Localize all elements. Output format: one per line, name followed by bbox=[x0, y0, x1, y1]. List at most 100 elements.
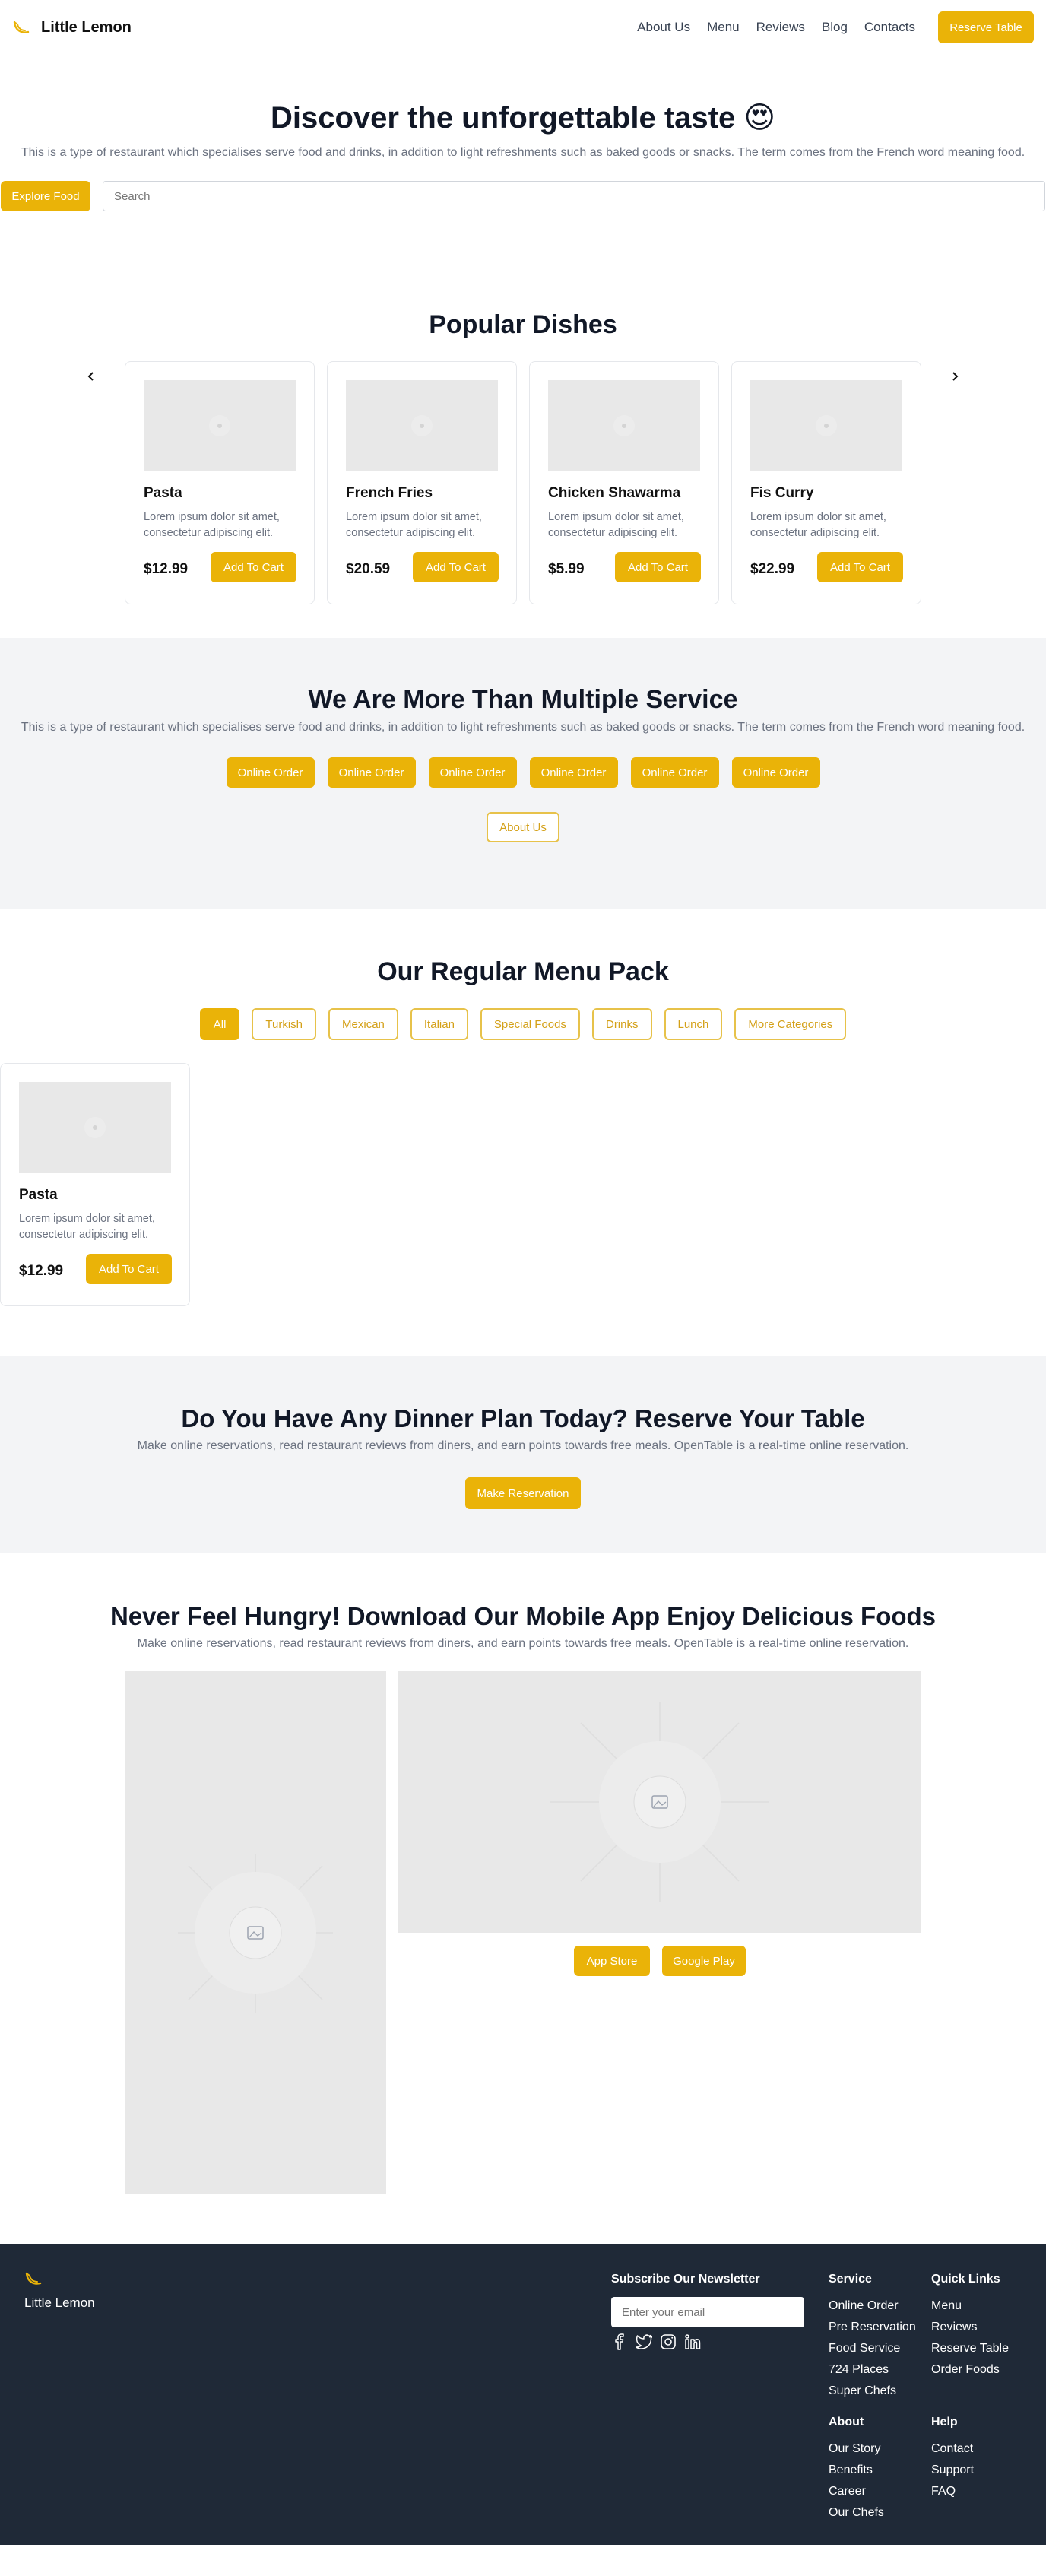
chevron-left-icon[interactable] bbox=[82, 367, 100, 385]
hero-actions: Explore Food bbox=[0, 181, 1046, 211]
dish-card: French Fries Lorem ipsum dolor sit amet,… bbox=[327, 361, 517, 604]
footer-link[interactable]: Career bbox=[829, 2485, 866, 2498]
nav-contacts[interactable]: Contacts bbox=[864, 20, 915, 35]
filter-more-categories[interactable]: More Categories bbox=[734, 1008, 847, 1040]
lemon-logo-icon bbox=[13, 21, 30, 33]
dish-card: Chicken Shawarma Lorem ipsum dolor sit a… bbox=[529, 361, 719, 604]
footer-link[interactable]: Our Story bbox=[829, 2442, 880, 2455]
reserve-section: Do You Have Any Dinner Plan Today? Reser… bbox=[0, 1356, 1046, 1553]
nav-about-us[interactable]: About Us bbox=[637, 20, 690, 35]
footer-column-title: Quick Links bbox=[931, 2273, 1000, 2286]
filter-all[interactable]: All bbox=[199, 1008, 240, 1040]
instagram-icon[interactable] bbox=[660, 2333, 677, 2350]
online-order-button[interactable]: Online Order bbox=[226, 757, 315, 788]
footer-link[interactable]: Pre Reservation bbox=[829, 2321, 916, 2333]
email-field[interactable] bbox=[611, 2297, 804, 2327]
footer-column-title: Service bbox=[829, 2273, 872, 2286]
hero-section: Discover the unforgettable taste 😍 This … bbox=[0, 55, 1046, 211]
app-store-button[interactable]: App Store bbox=[574, 1946, 650, 1976]
explore-food-button[interactable]: Explore Food bbox=[1, 181, 90, 211]
dish-image bbox=[750, 380, 902, 471]
menu-item-name: Pasta bbox=[19, 1187, 58, 1203]
filter-special-foods[interactable]: Special Foods bbox=[480, 1008, 580, 1040]
dish-price: $22.99 bbox=[750, 561, 795, 577]
online-order-button[interactable]: Online Order bbox=[327, 757, 416, 788]
filter-drinks[interactable]: Drinks bbox=[591, 1008, 652, 1040]
nav-menu[interactable]: Menu bbox=[707, 20, 740, 35]
dish-name: Fis Curry bbox=[750, 485, 814, 501]
menu-pack-section: Our Regular Menu Pack All Turkish Mexica… bbox=[0, 909, 1046, 1356]
add-to-cart-button[interactable]: Add To Cart bbox=[817, 552, 903, 582]
reserve-description: Make online reservations, read restauran… bbox=[137, 1439, 909, 1452]
footer-link[interactable]: Menu bbox=[931, 2299, 962, 2312]
footer-link[interactable]: Contact bbox=[931, 2442, 973, 2455]
category-filters: All Turkish Mexican Italian Special Food… bbox=[0, 1008, 1046, 1040]
nav-blog[interactable]: Blog bbox=[822, 20, 848, 35]
site-footer: Little Lemon Subscribe Our Newsletter Se… bbox=[0, 2244, 1046, 2545]
add-to-cart-button[interactable]: Add To Cart bbox=[615, 552, 701, 582]
dish-name: French Fries bbox=[346, 485, 433, 501]
filter-italian[interactable]: Italian bbox=[410, 1008, 468, 1040]
service-buttons: Online Order Online Order Online Order O… bbox=[0, 757, 1046, 788]
footer-brand-name: Little Lemon bbox=[24, 2295, 95, 2310]
google-play-button[interactable]: Google Play bbox=[662, 1946, 746, 1976]
facebook-icon[interactable] bbox=[611, 2333, 628, 2350]
online-order-button[interactable]: Online Order bbox=[731, 757, 820, 788]
app-image-portrait bbox=[125, 1671, 386, 2194]
about-us-button[interactable]: About Us bbox=[487, 812, 559, 842]
online-order-button[interactable]: Online Order bbox=[630, 757, 719, 788]
add-to-cart-button[interactable]: Add To Cart bbox=[86, 1254, 172, 1284]
newsletter: Subscribe Our Newsletter bbox=[611, 2273, 804, 2350]
dish-price: $5.99 bbox=[548, 561, 585, 577]
site-header: Little Lemon About Us Menu Reviews Blog … bbox=[0, 0, 1046, 55]
app-section: Never Feel Hungry! Download Our Mobile A… bbox=[0, 1553, 1046, 2244]
footer-link[interactable]: Benefits bbox=[829, 2463, 873, 2476]
dish-price: $12.99 bbox=[144, 561, 189, 577]
footer-link[interactable]: Our Chefs bbox=[829, 2506, 884, 2519]
dish-card: Fis Curry Lorem ipsum dolor sit amet, co… bbox=[731, 361, 921, 604]
add-to-cart-button[interactable]: Add To Cart bbox=[211, 552, 296, 582]
dish-image bbox=[346, 380, 498, 471]
online-order-button[interactable]: Online Order bbox=[428, 757, 517, 788]
brand[interactable]: Little Lemon bbox=[12, 19, 132, 36]
footer-column-title: About bbox=[829, 2416, 864, 2428]
footer-link[interactable]: 724 Places bbox=[829, 2363, 889, 2376]
footer-link[interactable]: Support bbox=[931, 2463, 974, 2476]
footer-service-column: Service Online Order Pre Reservation Foo… bbox=[829, 2273, 916, 2402]
linkedin-icon[interactable] bbox=[684, 2333, 701, 2350]
main-nav: About Us Menu Reviews Blog Contacts Rese… bbox=[637, 11, 1034, 43]
nav-reviews[interactable]: Reviews bbox=[756, 20, 805, 35]
menu-pack-title: Our Regular Menu Pack bbox=[377, 957, 669, 986]
online-order-button[interactable]: Online Order bbox=[529, 757, 618, 788]
footer-link[interactable]: Super Chefs bbox=[829, 2384, 896, 2397]
app-store-buttons: App Store Google Play bbox=[398, 1946, 921, 1976]
filter-lunch[interactable]: Lunch bbox=[664, 1008, 723, 1040]
filter-turkish[interactable]: Turkish bbox=[252, 1008, 317, 1040]
dish-name: Chicken Shawarma bbox=[548, 485, 681, 501]
add-to-cart-button[interactable]: Add To Cart bbox=[413, 552, 499, 582]
footer-link[interactable]: FAQ bbox=[931, 2485, 956, 2498]
footer-link[interactable]: Reserve Table bbox=[931, 2342, 1009, 2355]
search-input[interactable] bbox=[103, 181, 1045, 211]
footer-about-column: About Our Story Benefits Career Our Chef… bbox=[829, 2416, 884, 2524]
twitter-icon[interactable] bbox=[636, 2333, 652, 2350]
make-reservation-button[interactable]: Make Reservation bbox=[465, 1477, 581, 1509]
menu-item-image bbox=[19, 1082, 171, 1173]
footer-link[interactable]: Food Service bbox=[829, 2342, 900, 2355]
footer-help-column: Help Contact Support FAQ bbox=[931, 2416, 974, 2502]
services-title: We Are More Than Multiple Service bbox=[308, 685, 738, 714]
footer-link[interactable]: Online Order bbox=[829, 2299, 899, 2312]
menu-item-card: Pasta Lorem ipsum dolor sit amet, consec… bbox=[0, 1063, 190, 1306]
lemon-logo-icon bbox=[25, 2272, 42, 2285]
app-description: Make online reservations, read restauran… bbox=[137, 1637, 909, 1650]
footer-link[interactable]: Order Foods bbox=[931, 2363, 1000, 2376]
reserve-table-button[interactable]: Reserve Table bbox=[938, 11, 1034, 43]
dish-name: Pasta bbox=[144, 485, 182, 501]
chevron-right-icon[interactable] bbox=[946, 367, 964, 385]
dish-card: Pasta Lorem ipsum dolor sit amet, consec… bbox=[125, 361, 315, 604]
footer-link[interactable]: Reviews bbox=[931, 2321, 977, 2333]
filter-mexican[interactable]: Mexican bbox=[328, 1008, 398, 1040]
services-description: This is a type of restaurant which speci… bbox=[21, 721, 1025, 734]
menu-item-description: Lorem ipsum dolor sit amet, consectetur … bbox=[19, 1213, 155, 1241]
dishes-carousel: Pasta Lorem ipsum dolor sit amet, consec… bbox=[0, 361, 1046, 612]
